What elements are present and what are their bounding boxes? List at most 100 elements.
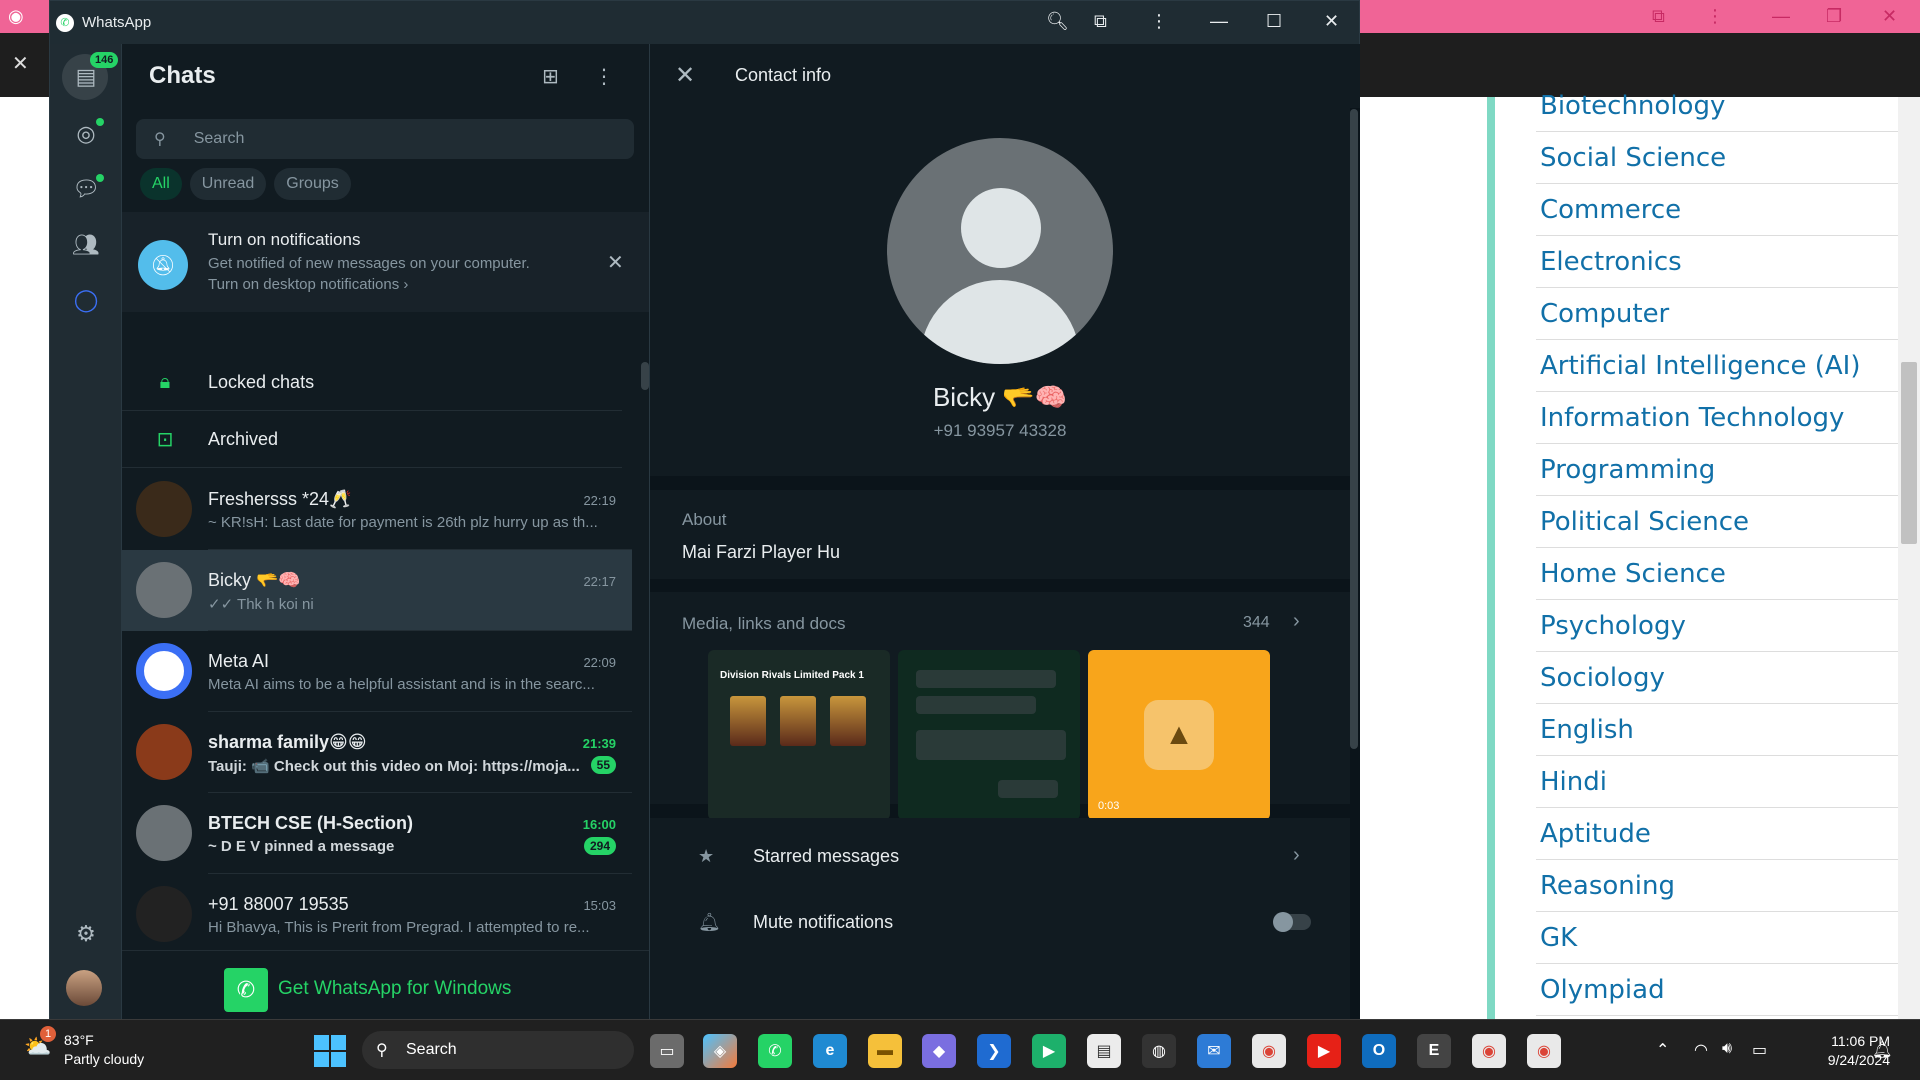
subject-link[interactable]: Computer [1536, 288, 1898, 340]
subject-link[interactable]: English [1536, 704, 1898, 756]
more-icon[interactable]: ⋮ [1150, 11, 1168, 32]
subject-link[interactable]: GK [1536, 912, 1898, 964]
app-icon[interactable]: ◆ [922, 1034, 956, 1068]
bell-icon[interactable]: 🔔︎ [1872, 1040, 1892, 1060]
search-icon[interactable]: 🔍︎ [1046, 11, 1069, 32]
subject-link[interactable]: Electronics [1536, 236, 1898, 288]
media-count: 344 [1243, 614, 1270, 631]
chrome-icon[interactable]: ◉ [1472, 1034, 1506, 1068]
globe-icon[interactable]: ◍ [1142, 1034, 1176, 1068]
subject-link[interactable]: Psychology [1536, 600, 1898, 652]
app-e-icon[interactable]: E [1417, 1034, 1451, 1068]
contact-info-panel: ✕ Contact info Bicky 🫳🧠 +91 93957 43328 … [650, 44, 1360, 1019]
archived-row[interactable]: ⊡ Archived [122, 412, 622, 468]
chevron-right-icon[interactable]: › [1293, 844, 1300, 867]
menu-icon[interactable]: ⋮ [594, 64, 614, 89]
chrome-icon[interactable]: ◉ [1252, 1034, 1286, 1068]
wifi-icon[interactable]: ◠ [1694, 1040, 1708, 1060]
subject-link[interactable]: Information Technology [1536, 392, 1898, 444]
locked-chats-row[interactable]: 🔒︎ Locked chats [122, 355, 622, 411]
taskbar-search[interactable]: ⚲ Search [362, 1031, 634, 1069]
close-icon[interactable]: ✕ [675, 61, 695, 90]
chrome-icon[interactable]: ◉ [1527, 1034, 1561, 1068]
communities-icon[interactable]: 👥︎ [70, 229, 102, 261]
subject-link[interactable]: Artificial Intelligence (AI) [1536, 340, 1898, 392]
subject-link[interactable]: Home Science [1536, 548, 1898, 600]
filter-all[interactable]: All [140, 168, 182, 200]
close-icon[interactable]: ✕ [12, 51, 29, 76]
chat-row[interactable]: +91 88007 19535 15:03 Hi Bhavya, This is P… [122, 874, 632, 955]
subject-link[interactable]: Social Science [1536, 132, 1898, 184]
chat-list-scrollbar[interactable] [641, 362, 649, 390]
close-icon[interactable]: ✕ [1324, 11, 1339, 32]
mute-toggle[interactable] [1273, 912, 1311, 932]
subject-link[interactable]: Commerce [1536, 184, 1898, 236]
extensions-icon[interactable]: ⧉ [1652, 6, 1665, 27]
whatsapp-taskbar-icon[interactable]: ✆ [758, 1034, 792, 1068]
edge-icon[interactable]: e [813, 1034, 847, 1068]
task-view-icon[interactable]: ▭ [650, 1034, 684, 1068]
media-thumbnail[interactable]: ▲ 0:03 [1088, 650, 1270, 820]
subject-link[interactable]: Olympiad [1536, 964, 1898, 1016]
notification-link[interactable]: Turn on desktop notifications › [208, 276, 408, 293]
battery-icon[interactable]: ▭ [1752, 1040, 1767, 1060]
subject-link[interactable]: Reasoning [1536, 860, 1898, 912]
chat-last-message: Meta AI aims to be a helpful assistant a… [208, 676, 595, 693]
mute-notifications-row[interactable]: 🔔︎ Mute notifications [650, 892, 1350, 952]
get-whatsapp-label[interactable]: Get WhatsApp for Windows [278, 978, 511, 1000]
chat-row[interactable]: Freshersss *24🥂 22:19 ~ KR!sH: Last date f… [122, 469, 632, 550]
close-icon[interactable]: ✕ [1882, 6, 1897, 27]
extensions-icon[interactable]: ⧉ [1094, 11, 1107, 32]
more-icon[interactable]: ⋮ [1706, 6, 1724, 27]
chevron-up-icon[interactable]: ⌃ [1656, 1040, 1669, 1060]
filter-groups[interactable]: Groups [274, 168, 351, 200]
chat-row[interactable]: Bicky 🫳🧠 22:17 ✓✓ Thk h koi ni [122, 550, 632, 631]
mail-icon[interactable]: ✉ [1197, 1034, 1231, 1068]
search-input[interactable] [193, 130, 614, 148]
media-section[interactable]: Media, links and docs 344 › Division Riv… [650, 592, 1350, 820]
outlook-icon[interactable]: O [1362, 1034, 1396, 1068]
get-whatsapp-banner[interactable]: ✆ Get WhatsApp for Windows [122, 950, 649, 1019]
chat-row[interactable]: BTECH CSE (H-Section) 16:00 ~ D E V pinned… [122, 793, 632, 874]
copilot-icon[interactable]: ◈ [703, 1034, 737, 1068]
search-bar[interactable]: ⚲ [136, 119, 634, 159]
chevron-right-icon[interactable]: › [1293, 610, 1300, 633]
chat-row-body: +91 88007 19535 15:03 Hi Bhavya, This is P… [208, 874, 632, 955]
subject-link[interactable]: Political Science [1536, 496, 1898, 548]
file-explorer-icon[interactable]: ▬ [868, 1034, 902, 1068]
minimize-icon[interactable]: — [1210, 11, 1228, 32]
subject-link[interactable]: Sociology [1536, 652, 1898, 704]
filter-unread[interactable]: Unread [189, 168, 267, 200]
media-thumbnail[interactable] [898, 650, 1080, 820]
subject-link[interactable]: Programming [1536, 444, 1898, 496]
restore-icon[interactable]: ❐ [1826, 6, 1842, 27]
notepad-icon[interactable]: ▤ [1087, 1034, 1121, 1068]
new-chat-icon[interactable]: ⊞ [542, 64, 559, 89]
media-thumbnail[interactable]: Division Rivals Limited Pack 1 [708, 650, 890, 820]
search-icon: ⚲ [376, 1042, 388, 1059]
profile-avatar[interactable] [66, 970, 102, 1006]
play-store-icon[interactable]: ▶ [1032, 1034, 1066, 1068]
contact-avatar[interactable] [887, 138, 1113, 364]
maximize-icon[interactable]: ☐ [1266, 11, 1282, 32]
chat-row[interactable]: Meta AI 22:09 Meta AI aims to be a helpful… [122, 631, 632, 712]
whatsapp-logo-icon: ✆ [224, 968, 268, 1012]
start-button[interactable] [314, 1035, 346, 1067]
notification-title: Turn on notifications [208, 230, 361, 249]
meta-ai-icon[interactable]: ◯ [70, 284, 102, 316]
settings-gear-icon[interactable]: ⚙ [70, 918, 102, 950]
chat-row[interactable]: sharma family😁😁 21:39 Tauji: 📹 Check out t… [122, 712, 632, 793]
notification-banner[interactable]: 🔕︎ Turn on notifications Get notified of… [122, 212, 649, 312]
subject-link[interactable]: Biotechnology [1536, 80, 1898, 132]
close-icon[interactable]: ✕ [607, 250, 624, 275]
minimize-icon[interactable]: — [1772, 6, 1790, 27]
youtube-icon[interactable]: ▶ [1307, 1034, 1341, 1068]
page-scrollbar[interactable] [1898, 97, 1920, 1019]
volume-icon[interactable]: 🔊︎ [1722, 1040, 1732, 1058]
vscode-icon[interactable]: ❯ [977, 1034, 1011, 1068]
starred-messages-row[interactable]: ★ Starred messages › [650, 826, 1350, 886]
unread-badge: 294 [583, 837, 616, 855]
contact-info-scrollbar[interactable] [1350, 99, 1360, 794]
subject-link[interactable]: Aptitude [1536, 808, 1898, 860]
subject-link[interactable]: Hindi [1536, 756, 1898, 808]
